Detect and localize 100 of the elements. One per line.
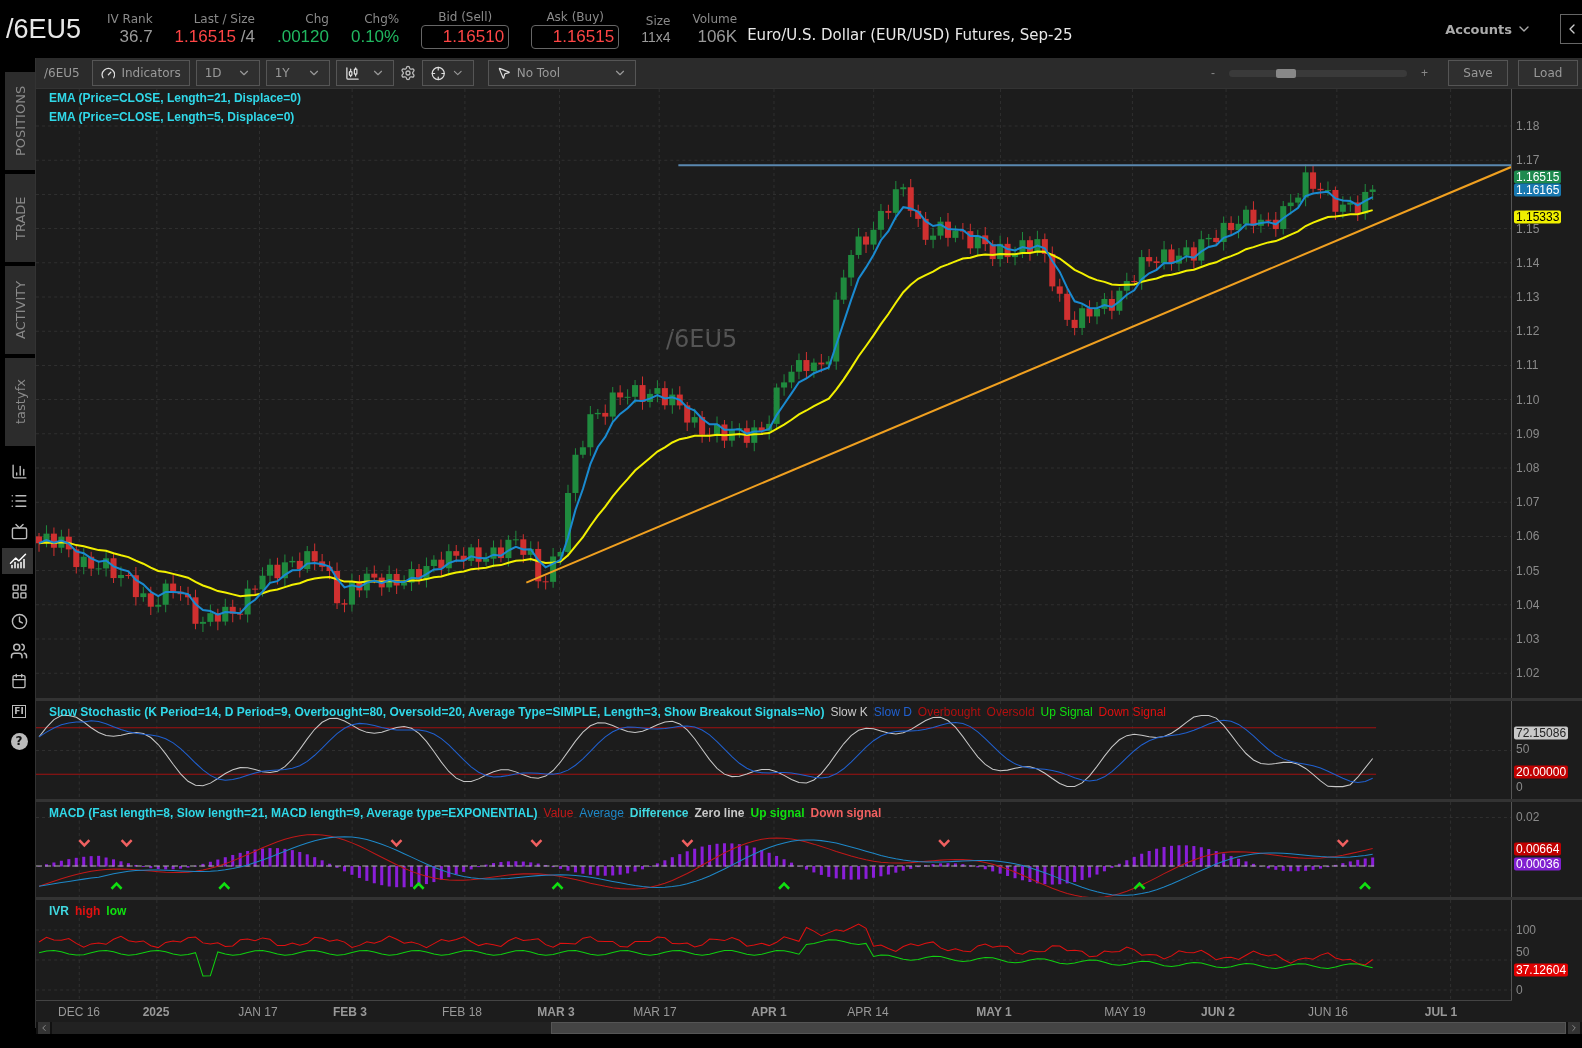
legend-item: low <box>106 904 127 918</box>
chart-icon <box>8 552 27 570</box>
indicators-button[interactable]: Indicators <box>91 60 190 86</box>
date-label: JUL 1 <box>1424 1005 1458 1019</box>
axis-label: 1.15 <box>1516 221 1540 236</box>
stat-label: Chg <box>305 11 329 26</box>
date-label: APR 1 <box>751 1005 787 1019</box>
axis-label: 1.07 <box>1516 495 1540 510</box>
legend-item: IVR <box>49 904 69 918</box>
side-tab[interactable]: ACTIVITY <box>5 266 35 354</box>
value-badge: 37.12604 <box>1514 963 1569 977</box>
date-label: MAR 17 <box>633 1005 677 1019</box>
collapse-button[interactable] <box>1560 14 1582 44</box>
axis-label: 1.08 <box>1516 461 1540 475</box>
axis-label: 1.09 <box>1516 426 1540 441</box>
axis-label: 1.14 <box>1516 255 1540 270</box>
down-signal-marker <box>78 839 91 848</box>
axis-label: 0 <box>1516 780 1523 794</box>
down-signal-marker <box>681 839 694 848</box>
list-icon <box>10 492 28 510</box>
axis-label: 50 <box>1516 742 1530 756</box>
legend-item: Overbought <box>917 705 981 719</box>
crosshair-dropdown[interactable] <box>421 60 474 86</box>
axis-label: 1.17 <box>1516 153 1540 168</box>
help-button[interactable]: ? <box>5 728 33 754</box>
settings-icon <box>399 65 416 81</box>
legend-item: Down signal <box>810 806 882 820</box>
gauge-icon <box>100 65 116 81</box>
value-badge: 72.15086 <box>1514 726 1569 740</box>
quote-value[interactable]: 1.16510 <box>421 24 510 49</box>
date-label: DEC 16 <box>58 1005 100 1019</box>
down-signal-marker <box>938 839 951 848</box>
up-signal-marker <box>1359 881 1371 890</box>
axis-label: 1.10 <box>1516 392 1540 407</box>
accounts-menu[interactable]: Accounts <box>1439 20 1538 38</box>
chart-style-dropdown[interactable] <box>335 60 394 86</box>
legend-item: Up Signal <box>1040 705 1093 719</box>
stat-label: Ask (Buy) <box>545 9 605 24</box>
chevron-left-icon <box>39 1023 49 1033</box>
value-badge: 1.15333 <box>1514 210 1562 224</box>
symbol-title: /6EU5 <box>6 13 82 45</box>
date-label: MAR 3 <box>537 1005 575 1019</box>
scrollbar-thumb[interactable] <box>551 1022 1566 1034</box>
stat-label: Last / Size <box>193 11 255 26</box>
range-dropdown[interactable]: 1Y <box>265 60 330 86</box>
date-label: 2025 <box>142 1005 170 1019</box>
side-tab[interactable]: TRADE <box>5 174 35 262</box>
side-tab[interactable]: POSITIONS <box>5 72 35 170</box>
legend-item: Average <box>579 806 624 820</box>
pointer-icon <box>496 66 511 80</box>
value-badge: 20.00000 <box>1514 765 1569 779</box>
stat-label: Size <box>645 13 671 28</box>
date-label: FEB 3 <box>333 1005 367 1019</box>
legend-item: Down Signal <box>1098 705 1166 719</box>
zoom-slider[interactable] <box>1229 69 1407 77</box>
up-signal-marker <box>778 881 791 890</box>
load-button[interactable]: Load <box>1518 60 1578 86</box>
stat-label: Volume <box>692 11 738 26</box>
scroll-left-button[interactable] <box>38 1022 50 1034</box>
stat-label: Bid (Sell) <box>437 9 494 24</box>
stat-value: .00120 <box>276 26 329 47</box>
study-label: EMA (Price=CLOSE, Length=5, Displace=0) <box>49 110 296 124</box>
zoom-out-button[interactable]: - <box>1203 66 1223 80</box>
axis-label: 50 <box>1516 945 1530 959</box>
date-label: APR 14 <box>847 1005 889 1019</box>
axis-label: 1.11 <box>1516 358 1539 373</box>
down-signal-marker <box>390 839 403 848</box>
report-icon <box>10 462 28 480</box>
chart-watermark: /6EU5 <box>666 325 738 353</box>
quote-value[interactable]: 1.16515 <box>531 24 620 49</box>
legend-item: Difference <box>629 806 689 820</box>
tv-icon <box>10 522 28 540</box>
up-signal-marker <box>110 881 123 890</box>
zoom-in-button[interactable]: + <box>1413 66 1436 80</box>
drawing-tool-dropdown[interactable]: No Tool <box>487 60 636 86</box>
up-signal-marker <box>412 881 425 890</box>
date-label: FEB 18 <box>442 1005 482 1019</box>
calendar-icon <box>11 673 27 689</box>
up-signal-marker <box>551 881 564 890</box>
stat-value: 36.7 <box>119 26 153 47</box>
aggregation-dropdown[interactable]: 1D <box>195 60 260 86</box>
study-label: MACD (Fast length=8, Slow length=21, MACD length=9, Average type=EXPONENTIAL) <box>49 806 538 820</box>
save-button[interactable]: Save <box>1448 60 1508 86</box>
down-signal-marker <box>120 839 133 848</box>
settings-button[interactable] <box>399 65 416 81</box>
scroll-right-button[interactable] <box>1568 1022 1580 1034</box>
chart-button[interactable] <box>2 548 33 574</box>
axis-label: 0.02 <box>1516 810 1540 824</box>
axis-label: 1.04 <box>1516 597 1540 612</box>
stat-label: Chg% <box>364 11 400 26</box>
side-tab[interactable]: tastyfx <box>5 358 35 446</box>
date-label: MAY 19 <box>1104 1005 1146 1019</box>
legend-item: Oversold <box>986 705 1035 719</box>
up-signal-marker <box>1133 881 1146 890</box>
axis-label: 1.13 <box>1516 290 1540 304</box>
legend-item: Slow K <box>830 705 868 719</box>
date-label: MAY 1 <box>976 1005 1012 1019</box>
zoom-thumb[interactable] <box>1276 68 1297 78</box>
fi-button[interactable]: FI <box>5 698 33 724</box>
chevron-right-icon <box>1569 1023 1579 1033</box>
